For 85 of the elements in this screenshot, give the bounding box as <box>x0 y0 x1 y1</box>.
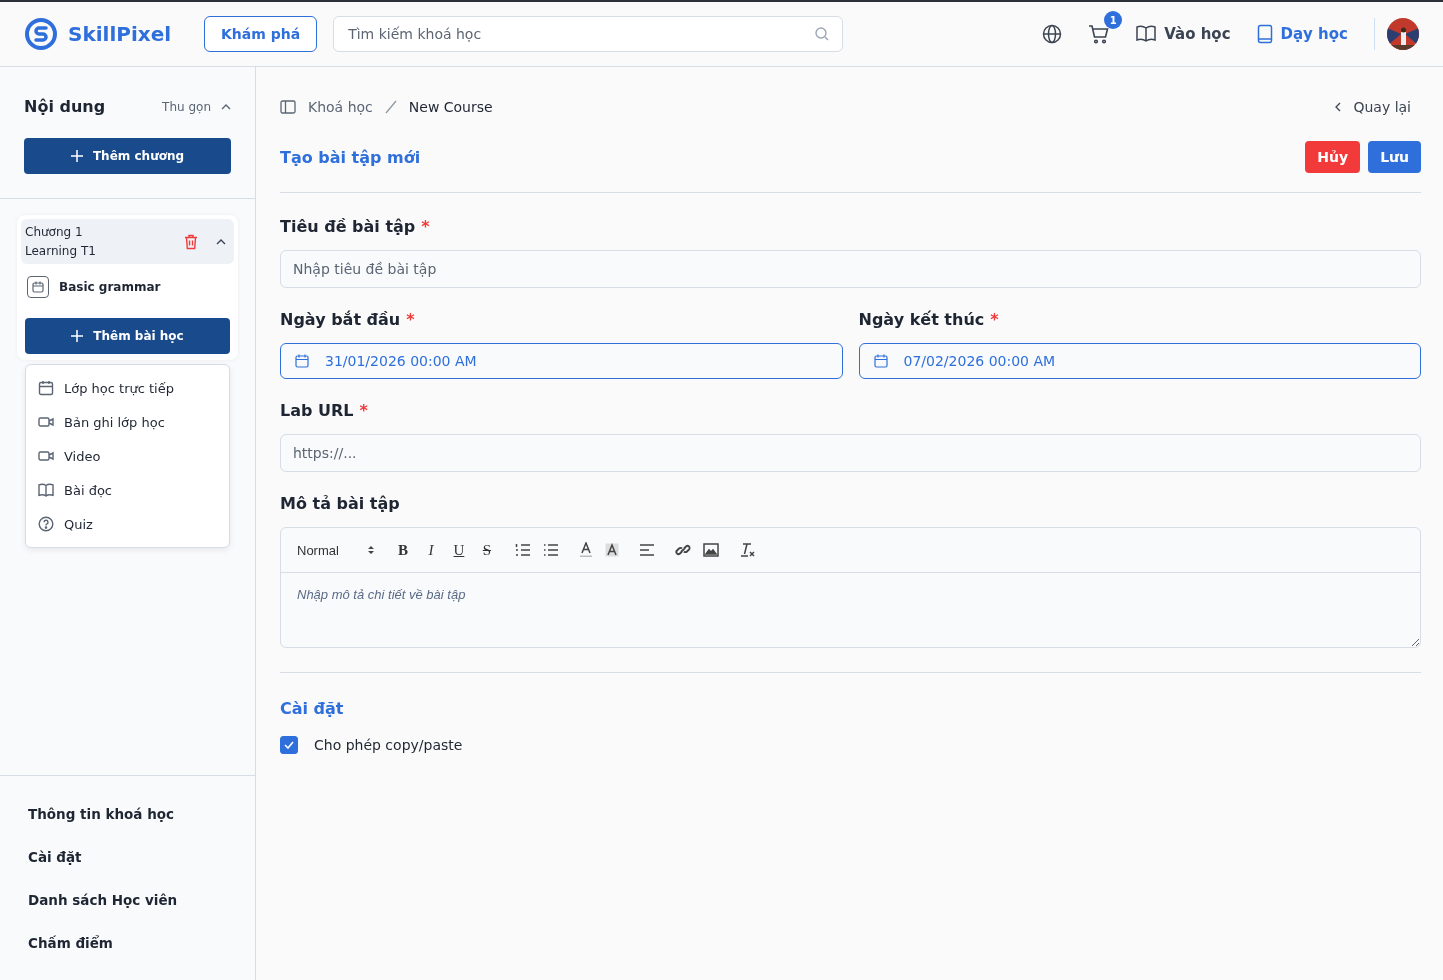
format-button[interactable]: I <box>422 541 439 559</box>
field-label: Ngày bắt đầu * <box>280 310 416 329</box>
menu-item[interactable]: Quiz <box>26 507 229 541</box>
format-button[interactable]: S <box>478 541 495 559</box>
explore-button[interactable]: Khám phá <box>204 16 318 52</box>
menu-item[interactable]: Video <box>26 439 229 473</box>
sort-icon <box>366 545 375 555</box>
format-dropdown[interactable]: Normal <box>297 542 375 558</box>
align-left-icon[interactable] <box>638 544 655 556</box>
cancel-button[interactable]: Hủy <box>1305 141 1361 173</box>
calendar-icon <box>295 354 309 368</box>
breadcrumb-link[interactable]: New Course <box>408 99 493 115</box>
sidebar-nav-item[interactable]: Chấm điểm <box>28 921 227 964</box>
globe-icon[interactable] <box>1042 24 1063 44</box>
calendar-icon <box>27 276 49 298</box>
chevron-up-icon <box>221 103 231 110</box>
image-icon[interactable] <box>702 543 719 557</box>
format-button[interactable]: B <box>394 541 411 559</box>
format-button[interactable]: U <box>450 541 467 559</box>
section-title: Cài đặt <box>280 699 345 718</box>
sidebar-nav-item[interactable]: Cài đặt <box>28 835 227 878</box>
menu-item[interactable]: Bản ghi lớp học <box>26 405 229 439</box>
plus-icon <box>70 150 83 162</box>
date-field[interactable]: 31/01/2026 00:00 AM <box>280 343 843 379</box>
chapter-number: Chương 1 <box>25 225 84 239</box>
notebook-icon <box>1256 24 1273 44</box>
question-icon <box>38 516 54 532</box>
chevron-left-icon <box>1335 102 1342 112</box>
input-field[interactable]: https://... <box>280 434 1421 472</box>
input-field[interactable]: Nhập tiêu đề bài tập <box>280 250 1421 288</box>
text-color-icon[interactable] <box>578 542 593 558</box>
date-field[interactable]: 07/02/2026 00:00 AM <box>858 343 1421 379</box>
search-input[interactable]: Tìm kiếm khoá học <box>346 25 815 43</box>
sidebar-title: Nội dung <box>24 97 106 116</box>
collapse-button[interactable]: Thu gọn <box>162 99 231 114</box>
breadcrumb-link[interactable]: Khoá học <box>308 99 373 115</box>
cart-icon[interactable] <box>1088 23 1111 45</box>
calendar-icon <box>38 380 54 396</box>
back-link[interactable]: Quay lại <box>1335 99 1411 115</box>
book-icon <box>1136 25 1157 43</box>
logo-text[interactable]: SkillPixel <box>68 22 172 46</box>
ordered-list-icon[interactable] <box>514 543 531 557</box>
save-button[interactable]: Lưu <box>1368 141 1421 173</box>
chevron-icon[interactable] <box>216 238 226 245</box>
sidebar-toggle-icon[interactable] <box>280 100 296 114</box>
chapter-name: Learning T1 <box>25 244 97 258</box>
menu-item[interactable]: Lớp học trực tiếp <box>26 371 229 405</box>
calendar-icon <box>873 354 888 368</box>
sidebar-nav-item[interactable]: Thông tin khoá học <box>28 792 227 835</box>
link-icon[interactable] <box>674 542 691 558</box>
field-label: Mô tả bài tập <box>280 494 401 513</box>
add-lesson-button[interactable]: Thêm bài học <box>25 318 230 354</box>
checkbox[interactable] <box>280 736 298 754</box>
highlight-icon[interactable] <box>604 543 619 557</box>
checkbox-label: Cho phép copy/paste <box>314 737 463 753</box>
menu-item[interactable]: Bài đọc <box>26 473 229 507</box>
required-mark: * <box>421 217 430 236</box>
nav-link[interactable]: Dạy học <box>1256 24 1348 44</box>
clear-format-icon[interactable] <box>738 542 755 558</box>
required-mark: * <box>990 310 999 329</box>
plus-icon <box>71 330 84 342</box>
add-chapter-button[interactable]: Thêm chương <box>24 138 231 174</box>
description-field[interactable]: Nhập mô tả chi tiết về bài tập <box>281 573 1420 647</box>
logo-icon <box>24 17 58 51</box>
required-mark: * <box>406 310 415 329</box>
cart-count-badge: 1 <box>1104 11 1123 29</box>
lesson-item[interactable]: Basic grammar <box>21 264 234 318</box>
form-title: Tạo bài tập mới <box>280 147 421 167</box>
sidebar-nav-item[interactable]: Danh sách Học viên <box>28 878 227 921</box>
field-label: Lab URL * <box>280 401 369 420</box>
video-camera-icon <box>38 450 54 462</box>
video-camera-icon <box>38 416 54 428</box>
field-label: Tiêu đề bài tập * <box>280 217 431 236</box>
search-icon <box>814 26 831 42</box>
bullet-list-icon[interactable] <box>542 543 559 557</box>
book-icon <box>38 483 54 497</box>
required-mark: * <box>359 401 368 420</box>
search-field[interactable]: Tìm kiếm khoá học <box>333 16 844 52</box>
trash-icon[interactable] <box>184 233 198 250</box>
chapter-header[interactable]: Chương 1 Learning T1 <box>21 219 234 264</box>
field-label: Ngày kết thúc * <box>858 310 1000 329</box>
slash-icon <box>384 100 397 114</box>
rich-text-editor[interactable]: Normal B I U S Nhập mô tả chi tiết về bài tập <box>280 527 1421 648</box>
checkmark-icon <box>284 741 294 749</box>
nav-link[interactable]: Vào học <box>1136 25 1231 43</box>
